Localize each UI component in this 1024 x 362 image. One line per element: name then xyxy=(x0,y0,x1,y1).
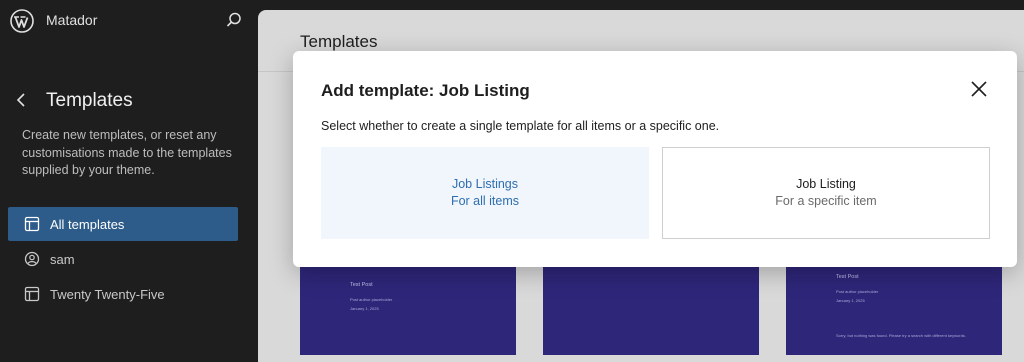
add-template-modal: Add template: Job Listing Select whether… xyxy=(293,51,1017,267)
search-icon[interactable] xyxy=(225,11,243,29)
template-card[interactable] xyxy=(543,257,759,355)
wordpress-logo-icon[interactable] xyxy=(10,9,34,33)
sidebar-description: Create new templates, or reset any custo… xyxy=(22,128,232,177)
page-title: Templates xyxy=(300,32,378,51)
sidebar-item-twenty-twenty-five[interactable]: Twenty Twenty-Five xyxy=(8,277,238,311)
card-heading: Test Post xyxy=(350,282,373,288)
layout-icon xyxy=(24,286,40,302)
sidebar-item-sam[interactable]: sam xyxy=(8,242,238,276)
sidebar-item-label: All templates xyxy=(50,216,125,232)
card-line: Post author placeholder xyxy=(350,297,393,302)
sidebar-item-label: Twenty Twenty-Five xyxy=(50,286,165,302)
chevron-left-icon[interactable] xyxy=(13,90,31,110)
option-title: Job Listings xyxy=(451,177,518,191)
template-card[interactable]: Test Post Post author placeholder Januar… xyxy=(786,257,1002,355)
option-subtitle: For a specific item xyxy=(775,194,877,208)
option-specific-item[interactable]: Job Listing For a specific item xyxy=(662,147,990,239)
template-card[interactable]: Test Post Post author placeholder Januar… xyxy=(300,257,516,355)
card-heading: Test Post xyxy=(836,274,859,280)
card-line: Post author placeholder xyxy=(836,289,879,294)
option-all-items[interactable]: Job Listings For all items xyxy=(321,147,649,239)
site-name[interactable]: Matador xyxy=(46,12,97,28)
card-line: January 1, 2025 xyxy=(350,306,379,311)
layout-icon xyxy=(24,216,40,232)
modal-title: Add template: Job Listing xyxy=(321,81,530,100)
sidebar-item-label: sam xyxy=(50,251,75,267)
option-subtitle: For all items xyxy=(450,194,520,208)
sidebar-nav: All templates sam Twenty Twenty-Five xyxy=(8,207,238,312)
card-line: January 1, 2025 xyxy=(836,298,865,303)
sidebar-item-all-templates[interactable]: All templates xyxy=(8,207,238,241)
option-title: Job Listing xyxy=(796,177,856,191)
card-line: Sorry, but nothing was found. Please try… xyxy=(836,333,966,338)
close-icon[interactable] xyxy=(969,79,989,99)
sidebar: Matador Templates Create new templates, … xyxy=(0,0,258,362)
user-icon xyxy=(24,251,40,267)
modal-description: Select whether to create a single templa… xyxy=(321,119,720,133)
sidebar-title: Templates xyxy=(46,90,133,111)
